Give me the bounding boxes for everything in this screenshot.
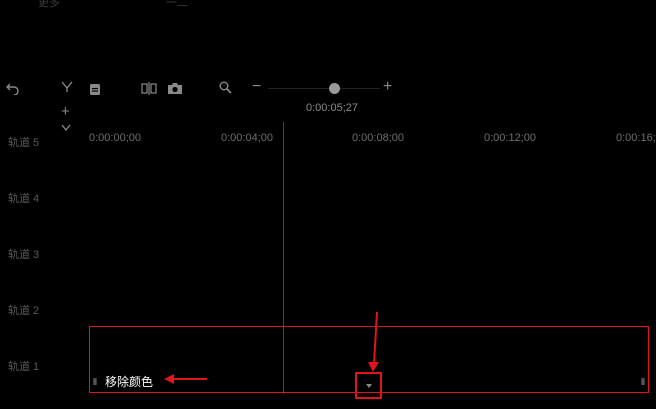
arrow-to-box-head	[368, 362, 379, 372]
arrow-to-box	[373, 311, 378, 365]
arrow-to-label-head	[164, 374, 174, 384]
annotation-arrows	[164, 311, 379, 384]
